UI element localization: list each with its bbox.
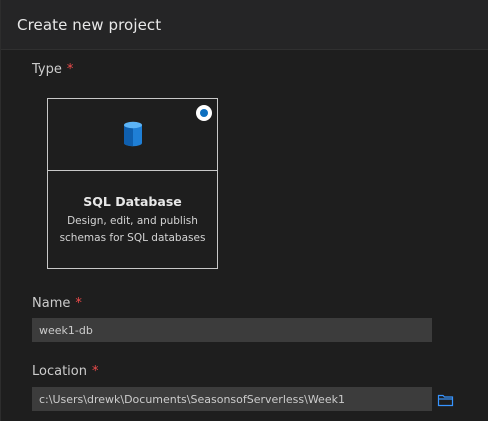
card-description-line-1: Design, edit, and publish [67, 215, 198, 227]
dialog-header: Create new project [1, 0, 488, 50]
name-label-text: Name [32, 296, 71, 311]
project-name-input[interactable] [32, 318, 432, 342]
name-required-marker: * [75, 296, 82, 311]
card-description-line-2: schemas for SQL databases [59, 232, 206, 244]
card-icon-area [48, 99, 217, 171]
project-location-input[interactable] [32, 387, 432, 411]
type-required-marker: * [66, 62, 74, 77]
name-label: Name * [32, 296, 82, 311]
location-label: Location * [32, 364, 98, 379]
location-required-marker: * [91, 364, 99, 379]
type-label-text: Type [32, 62, 62, 77]
dialog-title: Create new project [17, 16, 162, 34]
selected-radio-indicator[interactable] [196, 105, 212, 121]
card-title: SQL Database [83, 194, 182, 209]
project-type-card-sql-database[interactable]: SQL Database Design, edit, and publish s… [47, 98, 218, 269]
database-icon [123, 121, 143, 151]
folder-icon[interactable] [437, 392, 454, 407]
create-project-dialog: Create new project Type * SQL Database De… [0, 0, 488, 421]
card-description: Design, edit, and publish schemas for SQ… [48, 213, 217, 247]
type-label: Type * [32, 62, 73, 77]
location-label-text: Location [32, 364, 87, 379]
